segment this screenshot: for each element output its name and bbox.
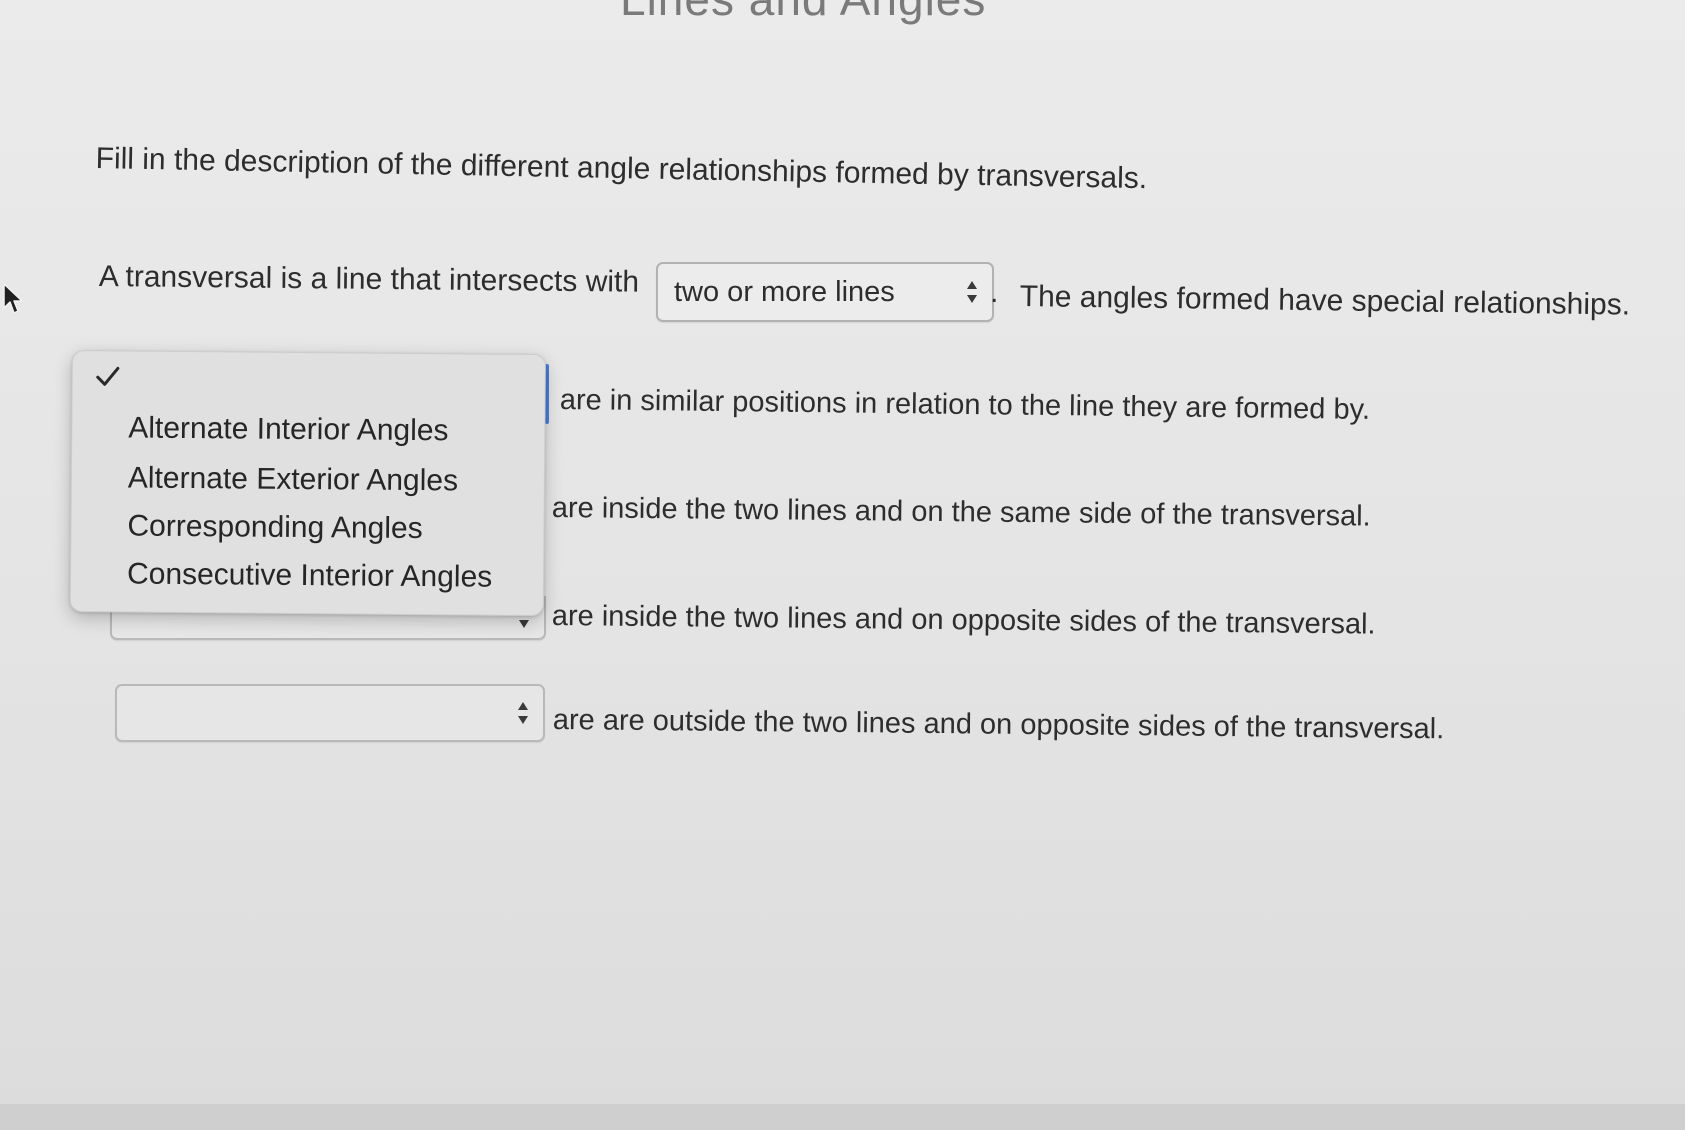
up-down-stepper-icon [967,281,977,303]
lines-count-select-value: two or more lines [674,276,895,308]
menu-option-alternate-interior-angles[interactable]: Alternate Interior Angles [128,411,448,448]
menu-option-corresponding-angles[interactable]: Corresponding Angles [127,509,422,546]
angle-type-dropdown-menu: Alternate Interior Angles Alternate Exte… [69,350,546,617]
relationship-2-description: are inside the two lines and on the same… [551,492,1371,533]
menu-option-alternate-exterior-angles[interactable]: Alternate Exterior Angles [128,461,458,498]
relationship-3-description: are inside the two lines and on opposite… [551,600,1376,641]
instructions-text: Fill in the description of the different… [95,142,1148,196]
page-heading-partial: Lines and Angles [620,0,986,26]
lines-count-select[interactable]: two or more lines [656,262,994,322]
up-down-stepper-icon [518,702,528,724]
relationship-1-description: are in similar positions in relation to … [559,384,1371,426]
menu-option-consecutive-interior-angles[interactable]: Consecutive Interior Angles [127,557,492,594]
mouse-pointer-icon [3,283,23,314]
bottom-edge [0,1104,1685,1130]
transversal-definition-end: The angles formed have special relations… [1019,280,1631,322]
chevron-down-icon [519,620,529,628]
checkmark-icon [96,366,120,386]
relationship-4-select[interactable] [115,684,545,742]
relationship-4-description: are are outside the two lines and on opp… [552,704,1445,746]
sentence-period: . [990,276,999,309]
worksheet-page: Lines and Angles Fill in the description… [0,0,1685,1130]
transversal-definition-start: A transversal is a line that intersects … [98,260,640,299]
